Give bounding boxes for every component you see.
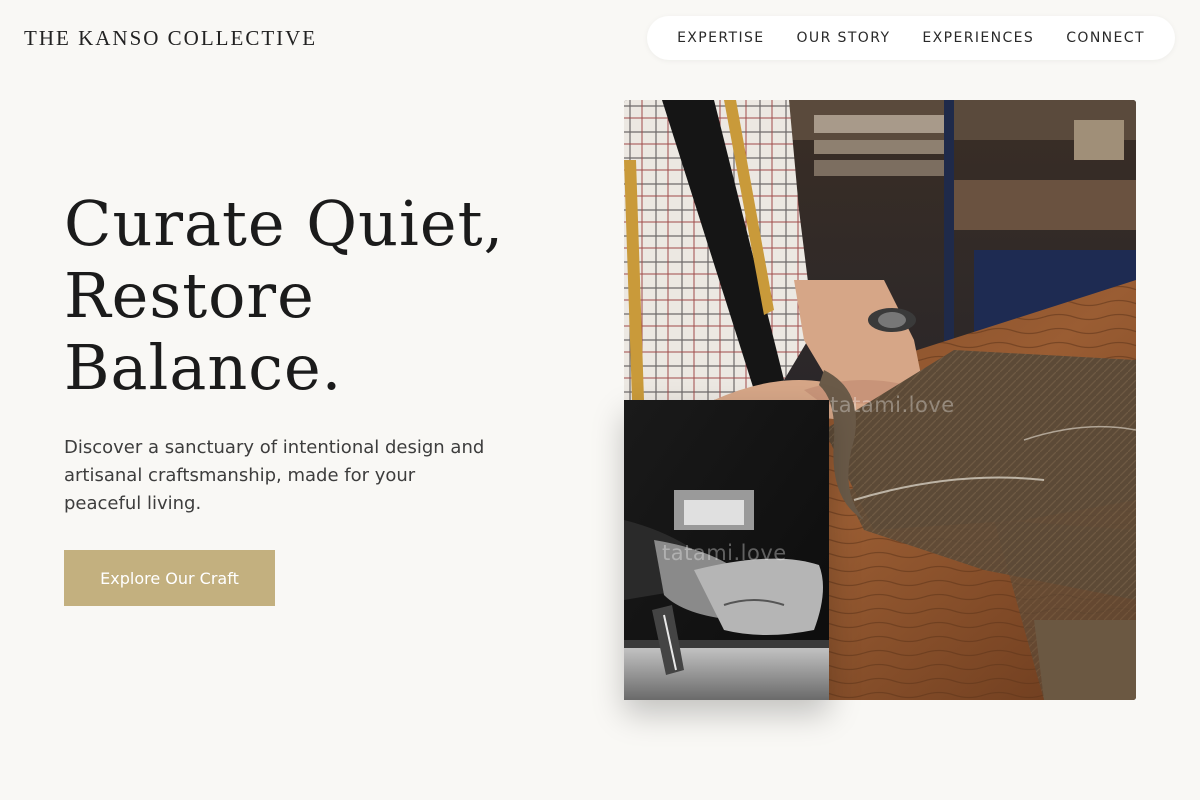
headline-line-1: Curate Quiet,: [64, 187, 505, 260]
nav-item-experiences[interactable]: EXPERIENCES: [922, 30, 1034, 46]
hero-headline: Curate Quiet, Restore Balance.: [64, 188, 504, 404]
main-watermark: tatami.love: [830, 393, 955, 417]
brand-logo[interactable]: THE KANSO COLLECTIVE: [24, 26, 317, 51]
nav-item-connect[interactable]: CONNECT: [1066, 30, 1145, 46]
headline-line-3: Balance.: [64, 331, 343, 404]
craftsman-bw-image: tatami.love: [624, 400, 829, 700]
headline-line-2: Restore: [64, 259, 315, 332]
explore-craft-button[interactable]: Explore Our Craft: [64, 550, 275, 606]
nav-item-expertise[interactable]: EXPERTISE: [677, 30, 764, 46]
hero-subtext: Discover a sanctuary of intentional desi…: [64, 437, 485, 514]
main-nav: EXPERTISE OUR STORY EXPERIENCES CONNECT: [647, 16, 1175, 60]
nav-item-our-story[interactable]: OUR STORY: [797, 30, 891, 46]
inset-watermark: tatami.love: [662, 541, 787, 565]
